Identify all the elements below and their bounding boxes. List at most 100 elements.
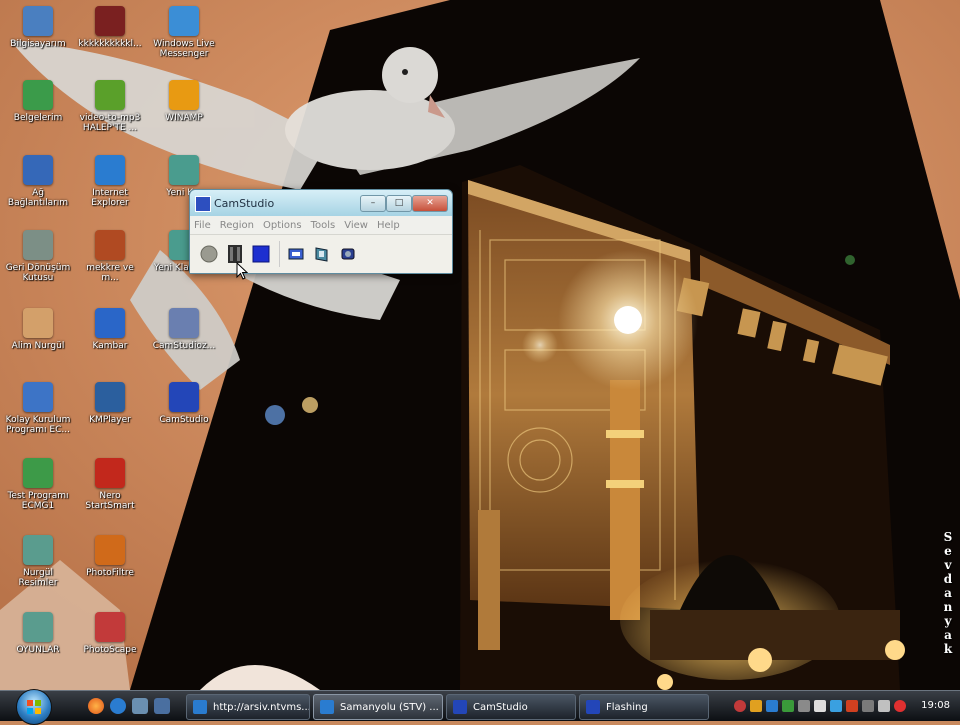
tray-app-icon[interactable] — [862, 700, 874, 712]
camstudio-icon — [453, 700, 467, 714]
desktop-icon[interactable]: Nero StartSmart — [77, 458, 143, 520]
desktop-icon[interactable]: Geri Dönüşüm Kutusu — [5, 230, 71, 292]
taskbar-button[interactable]: CamStudio — [446, 694, 576, 720]
desktop-icon[interactable]: Ağ Bağlantılarım — [5, 155, 71, 217]
menu-help[interactable]: Help — [377, 220, 400, 231]
book-icon — [95, 308, 125, 338]
desktop-icon-label: Bilgisayarım — [10, 39, 66, 49]
taskbar-button[interactable]: Samanyolu (STV) ... — [313, 694, 443, 720]
switch-windows-icon[interactable] — [154, 698, 170, 714]
system-tray: 19:08 — [734, 694, 960, 718]
camstudio-titlebar[interactable]: CamStudio – □ ✕ — [190, 190, 452, 216]
desktop-icon[interactable]: mekkre ve m... — [77, 230, 143, 292]
menu-tools[interactable]: Tools — [311, 220, 336, 231]
desktop-icon-label: CamStudio — [159, 415, 209, 425]
ie-icon — [95, 155, 125, 185]
nero-icon — [95, 458, 125, 488]
desktop-icon[interactable]: PhotoFiltre — [77, 535, 143, 597]
photoscape-icon — [95, 612, 125, 642]
desktop-icon-label: Ağ Bağlantılarım — [7, 188, 69, 208]
messenger-icon — [169, 6, 199, 36]
desktop-icon-label: Nurgül Resimler — [18, 568, 58, 588]
desktop-icon-label: Test Programı ECMG1 — [7, 491, 69, 511]
taskbar-button[interactable]: http://arsiv.ntvms... — [186, 694, 310, 720]
desktop-icon[interactable]: PhotoScape — [77, 612, 143, 674]
firefox-icon[interactable] — [88, 698, 104, 714]
signature-letter: S — [943, 530, 953, 544]
signature-letter: a — [944, 628, 952, 642]
desktop-icon[interactable]: Internet Explorer — [77, 155, 143, 217]
desktop-icon[interactable]: kkkkkkkkkkl... — [77, 6, 143, 68]
media-icon — [95, 80, 125, 110]
tray-app-icon[interactable] — [750, 700, 762, 712]
stop-square-icon — [252, 245, 270, 263]
record-button[interactable] — [199, 244, 219, 264]
desktop-icon[interactable]: KMPlayer — [77, 382, 143, 444]
taskbar: http://arsiv.ntvms... Samanyolu (STV) ...… — [0, 689, 960, 725]
tray-app-icon[interactable] — [846, 700, 858, 712]
minimize-button[interactable]: – — [360, 195, 386, 212]
pause-button[interactable] — [225, 244, 245, 264]
image-file-icon — [95, 230, 125, 260]
desktop-icon[interactable]: Belgelerim — [5, 80, 71, 142]
maximize-button[interactable]: □ — [386, 195, 412, 212]
show-desktop-icon[interactable] — [132, 698, 148, 714]
menu-region[interactable]: Region — [220, 220, 254, 231]
user-photo-icon — [95, 6, 125, 36]
tray-app-icon[interactable] — [830, 700, 842, 712]
winamp-icon — [169, 80, 199, 110]
tray-app-icon[interactable] — [766, 700, 778, 712]
desktop-icon-label: mekkre ve m... — [86, 263, 134, 283]
desktop-icon[interactable]: Alim Nurgül — [5, 308, 71, 370]
volume-icon[interactable] — [814, 700, 826, 712]
annotation-icon — [315, 247, 328, 262]
desktop-icon[interactable]: Bilgisayarım — [5, 6, 71, 68]
desktop-icon[interactable]: Test Programı ECMG1 — [5, 458, 71, 520]
desktop-icon[interactable]: OYUNLAR — [5, 612, 71, 674]
annotation-button[interactable] — [312, 244, 332, 264]
desktop-icon[interactable]: Windows Live Messenger — [151, 6, 217, 68]
stop-button[interactable] — [251, 244, 271, 264]
desktop-icon-label: Windows Live Messenger — [153, 39, 215, 59]
ie-icon[interactable] — [110, 698, 126, 714]
test-program-icon — [23, 458, 53, 488]
desktop-icon-label: video-to-mp3 HALEP'TE ... — [79, 113, 141, 133]
desktop-icon[interactable]: CamStudioz... — [151, 308, 217, 370]
desktop-icon-label: Alim Nurgül — [11, 341, 65, 351]
menu-file[interactable]: File — [194, 220, 211, 231]
tray-app-icon[interactable] — [782, 700, 794, 712]
menu-view[interactable]: View — [344, 220, 368, 231]
taskbar-button-label: Flashing — [606, 701, 648, 713]
tray-app-icon[interactable] — [878, 700, 890, 712]
menu-options[interactable]: Options — [263, 220, 302, 231]
desktop-icon-label: OYUNLAR — [16, 645, 60, 655]
clock[interactable]: 19:08 — [921, 700, 950, 711]
desktop-icon-label: WINAMP — [165, 113, 203, 123]
signature-letter: e — [944, 544, 952, 558]
desktop-icon[interactable]: CamStudio — [151, 382, 217, 444]
network-icon[interactable] — [798, 700, 810, 712]
autopan-button[interactable] — [286, 244, 306, 264]
signature-letter: v — [944, 558, 952, 572]
desktop-icon[interactable]: video-to-mp3 HALEP'TE ... — [77, 80, 143, 142]
camstudio-window[interactable]: CamStudio – □ ✕ File Region Options Tool… — [189, 189, 453, 274]
audio-button[interactable] — [338, 244, 358, 264]
tray-app-icon[interactable] — [894, 700, 906, 712]
windows-logo-icon — [27, 700, 41, 714]
pause-icon — [228, 245, 242, 263]
desktop-wallpaper — [0, 0, 960, 690]
taskbar-button[interactable]: Flashing — [579, 694, 709, 720]
signature-text: Sevdanyak — [940, 530, 956, 656]
folder-icon — [23, 535, 53, 565]
toolbar — [190, 235, 452, 273]
desktop-icon[interactable]: WINAMP — [151, 80, 217, 142]
close-button[interactable]: ✕ — [412, 195, 448, 212]
desktop-icon[interactable]: Kolay Kurulum Programı EC... — [5, 382, 71, 444]
signature-letter: k — [943, 642, 953, 656]
desktop-icon[interactable]: Kambar — [77, 308, 143, 370]
autopan-icon — [288, 248, 304, 260]
shortcut-icon — [169, 308, 199, 338]
desktop-icon-label: Nero StartSmart — [85, 491, 135, 511]
tray-app-icon[interactable] — [734, 700, 746, 712]
desktop-icon[interactable]: Nurgül Resimler — [5, 535, 71, 597]
